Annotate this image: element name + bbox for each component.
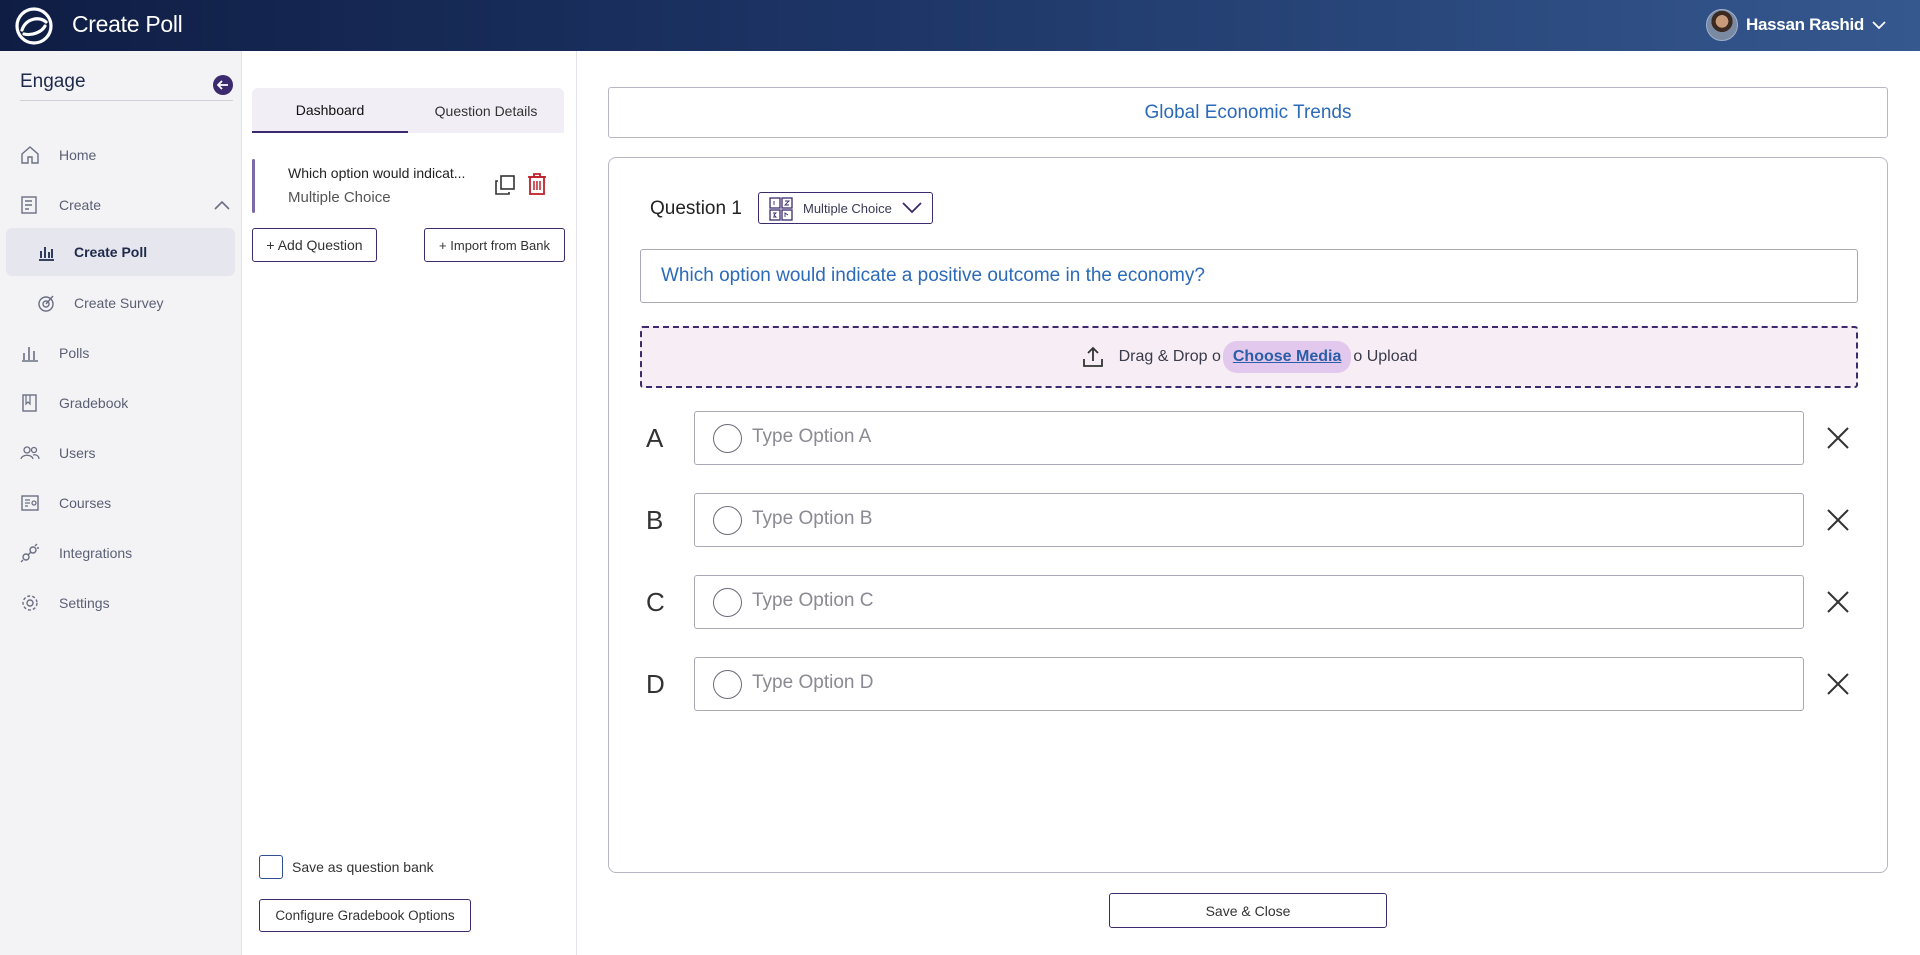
option-row-d: D Type Option D xyxy=(640,657,1858,711)
remove-option-icon[interactable] xyxy=(1825,671,1851,697)
bar-chart-icon xyxy=(22,347,38,362)
dropzone-text-prefix: Drag & Drop o xyxy=(1118,348,1221,365)
home-icon xyxy=(21,146,39,164)
option-row-a: A Type Option A xyxy=(640,411,1858,465)
option-placeholder: Type Option C xyxy=(752,590,874,611)
survey-icon xyxy=(38,295,54,312)
users-icon xyxy=(20,446,40,460)
option-c-input[interactable]: Type Option C xyxy=(694,575,1804,629)
gear-icon xyxy=(22,595,38,611)
add-question-button[interactable]: + Add Question xyxy=(252,228,377,262)
question-editor: Question 1 Multiple Choice Which option … xyxy=(608,157,1888,873)
option-b-input[interactable]: Type Option B xyxy=(694,493,1804,547)
sidebar-item-settings[interactable]: Settings xyxy=(0,579,242,627)
multiple-choice-grid-icon xyxy=(769,197,793,221)
sidebar-item-label: Integrations xyxy=(59,545,133,561)
sidebar-item-integrations[interactable]: Integrations xyxy=(0,529,242,577)
sidebar-item-courses[interactable]: Courses xyxy=(0,479,242,527)
sidebar-item-label: Settings xyxy=(59,595,110,611)
option-a-input[interactable]: Type Option A xyxy=(694,411,1804,465)
chevron-down-icon[interactable] xyxy=(1872,20,1886,30)
question-list-item-title: Which option would indicat... xyxy=(288,165,466,181)
option-letter: A xyxy=(646,423,664,453)
arrow-left-icon xyxy=(217,80,228,90)
app-title: Create Poll xyxy=(72,11,183,37)
question-list-item-type: Multiple Choice xyxy=(288,189,391,206)
collapse-sidebar-button[interactable] xyxy=(213,75,233,95)
option-letter: B xyxy=(646,505,664,535)
top-bar: Create Poll Hassan Rashid xyxy=(0,0,1920,51)
sidebar-item-label: Courses xyxy=(59,495,112,511)
sidebar: Engage Home Create Create Poll Create Su… xyxy=(0,51,242,955)
option-placeholder: Type Option A xyxy=(752,426,872,447)
sidebar-item-label: Create Poll xyxy=(74,244,148,260)
trash-icon[interactable] xyxy=(526,172,548,196)
sidebar-item-label: Create xyxy=(59,197,102,213)
courses-icon xyxy=(21,495,39,511)
question-type-label: Multiple Choice xyxy=(803,201,892,216)
sidebar-header: Engage xyxy=(20,71,233,101)
remove-option-icon[interactable] xyxy=(1825,589,1851,615)
app-logo-icon[interactable] xyxy=(12,6,56,46)
option-row-b: B Type Option B xyxy=(640,493,1858,547)
book-icon xyxy=(22,394,37,412)
selected-indicator xyxy=(252,159,255,213)
question-type-select[interactable]: Multiple Choice xyxy=(758,192,933,224)
panel-tabs: Dashboard Question Details xyxy=(252,88,564,133)
correct-answer-radio[interactable] xyxy=(713,670,742,699)
chevron-up-icon[interactable] xyxy=(214,200,230,210)
save-and-close-button[interactable]: Save & Close xyxy=(1109,893,1387,928)
sidebar-item-users[interactable]: Users xyxy=(0,429,242,477)
user-name[interactable]: Hassan Rashid xyxy=(1746,15,1864,35)
save-as-bank-checkbox[interactable] xyxy=(259,855,283,879)
sidebar-item-label: Users xyxy=(59,445,96,461)
remove-option-icon[interactable] xyxy=(1825,425,1851,451)
media-dropzone[interactable]: Drag & Drop o Choose Media o Upload xyxy=(640,326,1858,388)
save-as-bank-label: Save as question bank xyxy=(292,859,434,875)
sidebar-item-label: Home xyxy=(59,147,97,163)
upload-icon xyxy=(1082,346,1103,367)
tab-dashboard[interactable]: Dashboard xyxy=(252,88,408,133)
sidebar-item-home[interactable]: Home xyxy=(0,131,242,179)
option-row-c: C Type Option C xyxy=(640,575,1858,629)
question-list-item[interactable]: Which option would indicat... Multiple C… xyxy=(252,159,564,213)
question-number-label: Question 1 xyxy=(650,198,742,219)
dropzone-text-suffix: o Upload xyxy=(1353,348,1418,365)
sidebar-item-label: Create Survey xyxy=(74,295,164,311)
import-from-bank-button[interactable]: + Import from Bank xyxy=(424,228,565,262)
sidebar-item-create-survey[interactable]: Create Survey xyxy=(0,279,242,327)
chevron-down-icon xyxy=(902,202,922,214)
correct-answer-radio[interactable] xyxy=(713,424,742,453)
sidebar-item-label: Gradebook xyxy=(59,395,129,411)
poll-chart-icon xyxy=(39,247,54,261)
sidebar-item-label: Polls xyxy=(59,345,90,361)
option-letter: D xyxy=(646,669,665,699)
option-placeholder: Type Option D xyxy=(752,672,874,693)
sidebar-item-polls[interactable]: Polls xyxy=(0,329,242,377)
question-text-input[interactable]: Which option would indicate a positive o… xyxy=(640,249,1858,303)
option-d-input[interactable]: Type Option D xyxy=(694,657,1804,711)
user-menu[interactable]: Hassan Rashid xyxy=(1706,9,1886,41)
sidebar-item-create[interactable]: Create xyxy=(0,181,242,229)
sidebar-item-gradebook[interactable]: Gradebook xyxy=(0,379,242,427)
configure-gradebook-button[interactable]: Configure Gradebook Options xyxy=(259,899,471,932)
duplicate-icon[interactable] xyxy=(494,174,516,196)
poll-title-input[interactable]: Global Economic Trends xyxy=(608,87,1888,138)
tab-question-details[interactable]: Question Details xyxy=(408,88,564,133)
option-letter: C xyxy=(646,587,665,617)
question-list-panel: Dashboard Question Details Which option … xyxy=(242,51,577,955)
avatar[interactable] xyxy=(1706,9,1739,41)
sidebar-item-create-poll[interactable]: Create Poll xyxy=(6,228,235,276)
choose-media-link[interactable]: Choose Media xyxy=(1222,341,1352,373)
correct-answer-radio[interactable] xyxy=(713,588,742,617)
save-as-bank-row: Save as question bank xyxy=(259,855,434,879)
option-placeholder: Type Option B xyxy=(752,508,873,529)
remove-option-icon[interactable] xyxy=(1825,507,1851,533)
correct-answer-radio[interactable] xyxy=(713,506,742,535)
integrations-icon xyxy=(20,543,39,563)
sidebar-title: Engage xyxy=(20,71,86,92)
create-icon xyxy=(21,196,37,214)
